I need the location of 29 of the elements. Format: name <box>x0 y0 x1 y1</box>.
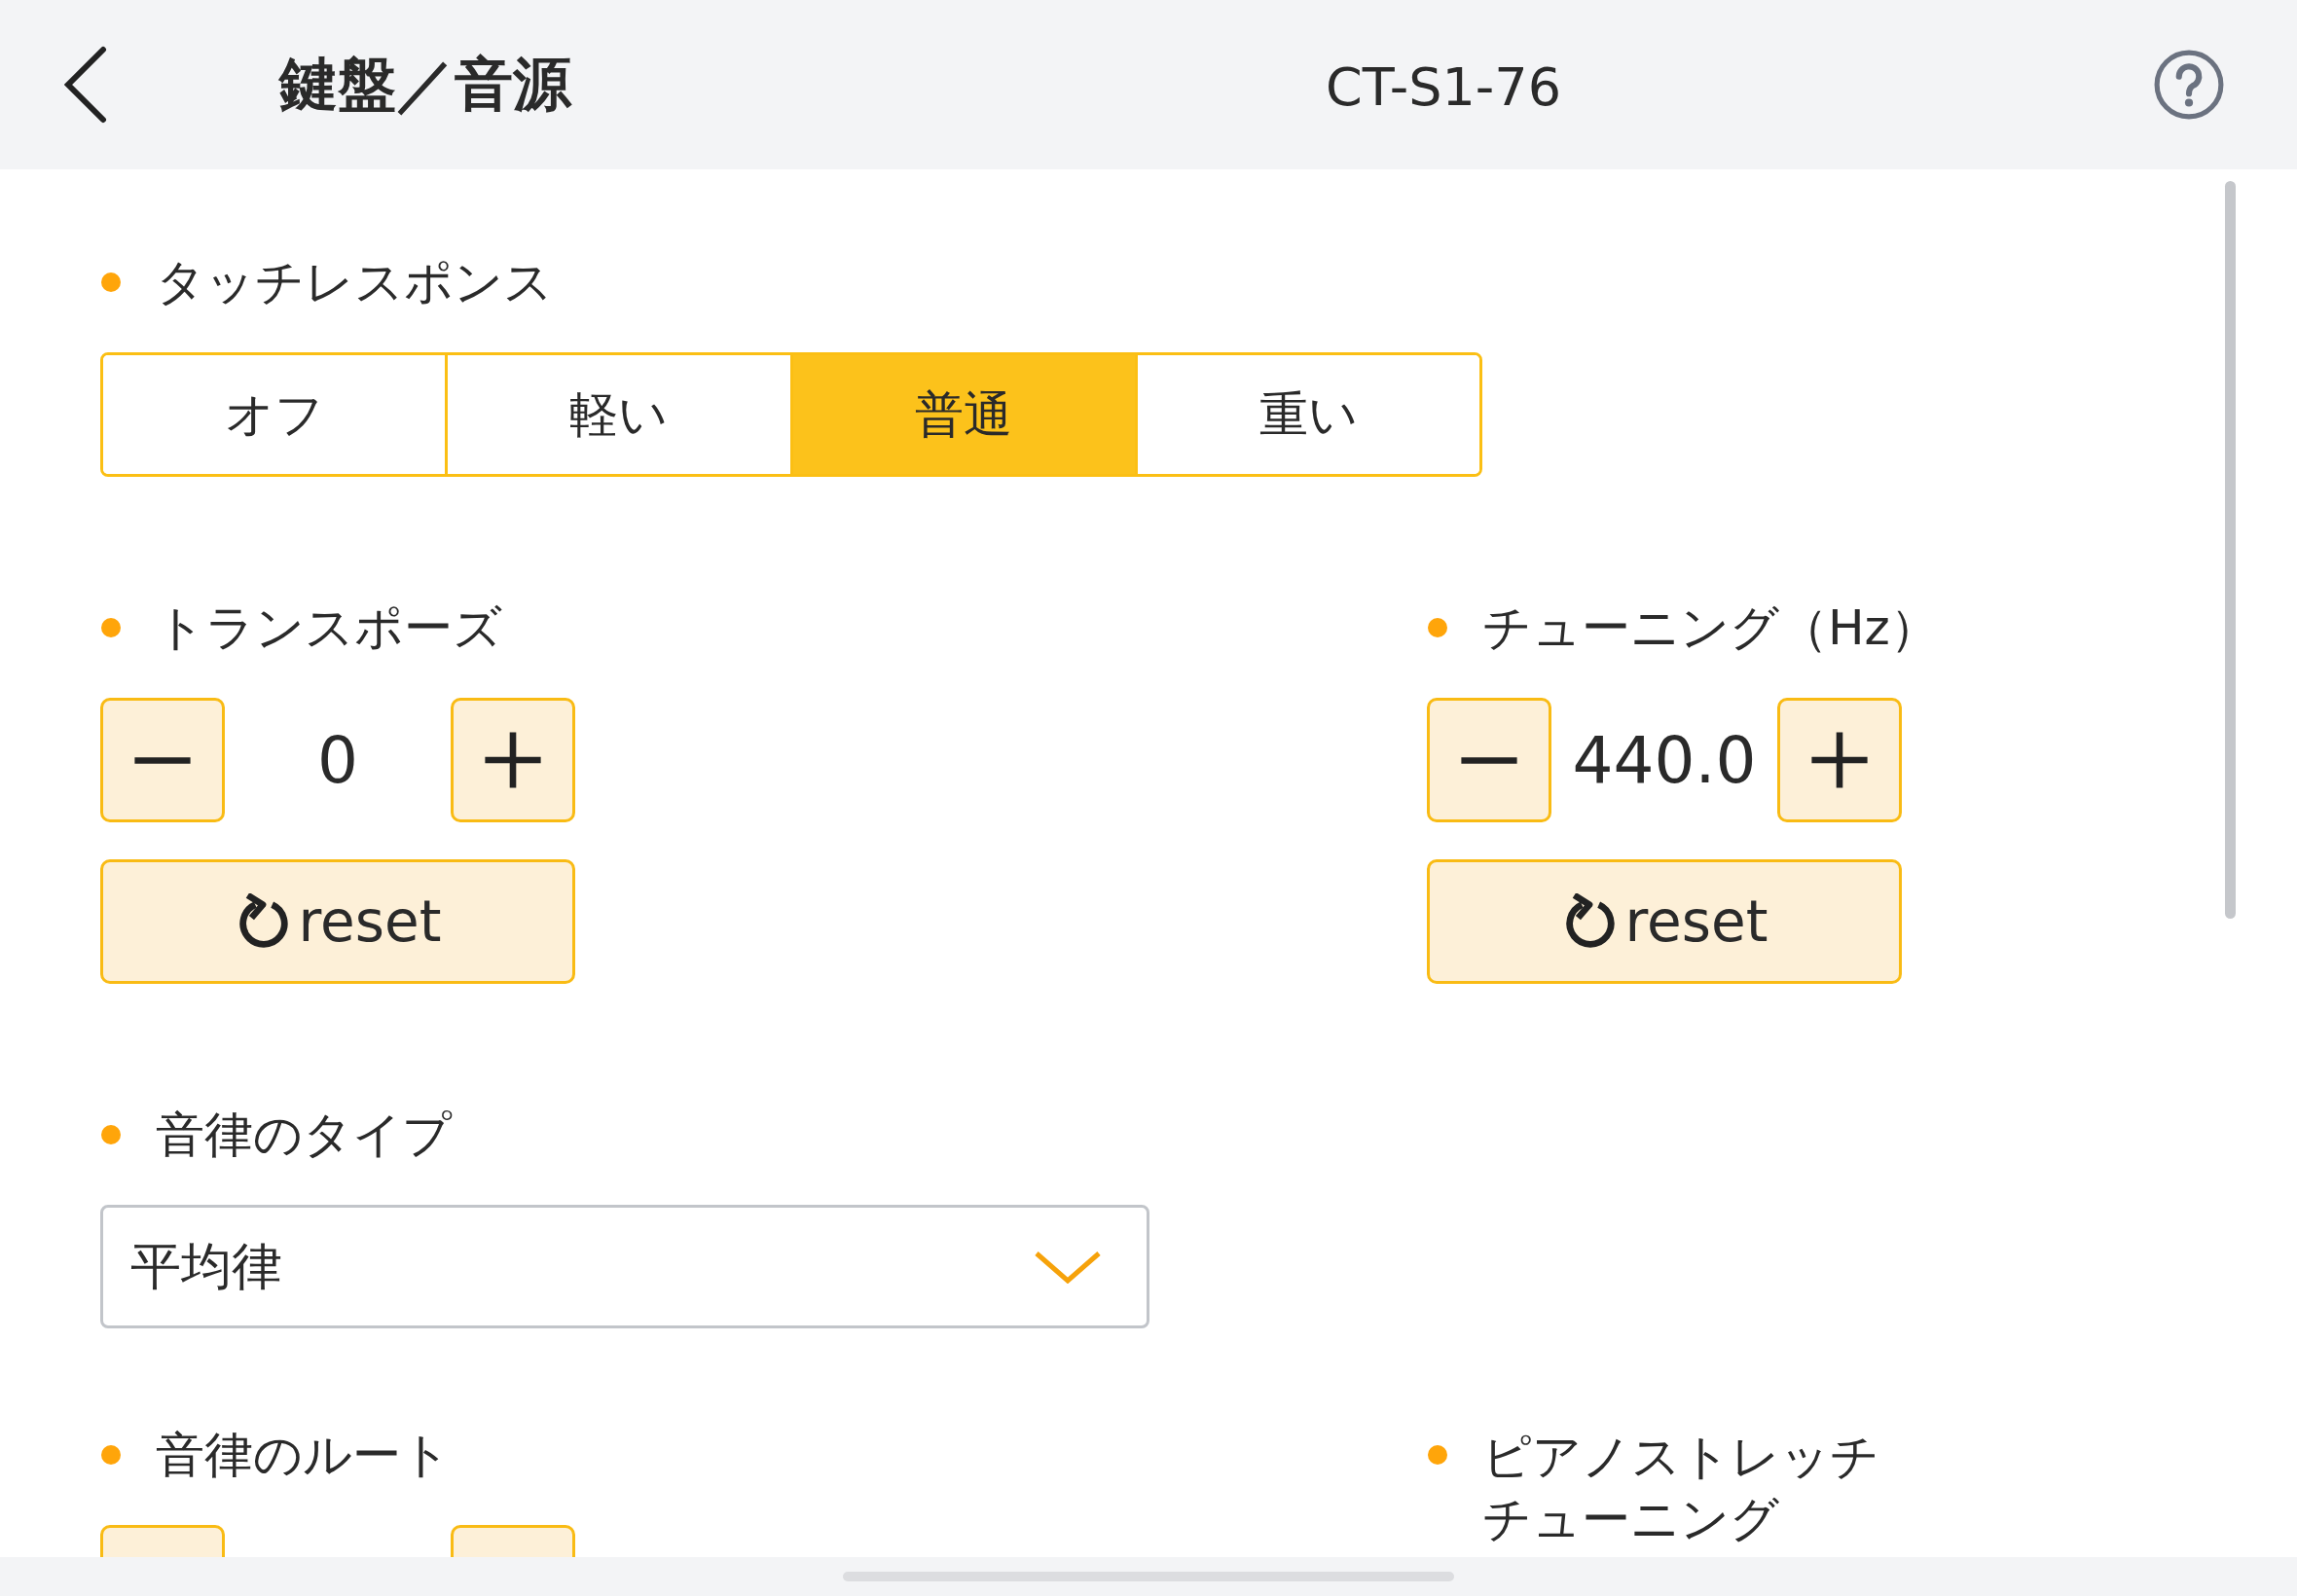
help-icon[interactable] <box>2153 49 2225 121</box>
section-heading: 音律のルート <box>156 1426 451 1484</box>
bullet-icon <box>101 1125 121 1144</box>
dropdown[interactable]: 平均律 <box>100 1205 1149 1328</box>
bullet-icon <box>101 1445 121 1465</box>
section-heading: タッチレスポンス <box>156 253 553 311</box>
increment-button[interactable] <box>1777 698 1902 822</box>
value-display: 0 <box>316 722 359 798</box>
reset-button[interactable]: reset <box>100 859 575 984</box>
segment-tab[interactable]: 普通 <box>789 355 1135 474</box>
reset-button[interactable]: reset <box>1427 859 1902 984</box>
scrollbar[interactable] <box>2225 181 2236 919</box>
value-display: 440.0 <box>1571 722 1758 798</box>
bullet-icon <box>1428 618 1447 637</box>
page-title: 鍵盤／音源 <box>279 48 571 120</box>
decrement-button[interactable] <box>100 698 225 822</box>
segment-tab[interactable]: 重い <box>1134 355 1479 474</box>
bullet-icon <box>1428 1445 1447 1465</box>
bullet-icon <box>101 618 121 637</box>
section-heading: ピアノストレッチチューニング <box>1482 1428 1880 1549</box>
device-model: CT-S1-76 <box>1324 56 1563 118</box>
section-heading: チューニング（Hz） <box>1482 598 1939 657</box>
section-heading: トランスポーズ <box>156 598 502 657</box>
chevron-down-icon <box>1034 1250 1102 1284</box>
section-heading: 音律のタイプ <box>156 1106 452 1164</box>
back-icon[interactable] <box>62 46 109 124</box>
bullet-icon <box>101 272 121 292</box>
decrement-button[interactable] <box>1427 698 1551 822</box>
increment-button[interactable] <box>451 698 575 822</box>
